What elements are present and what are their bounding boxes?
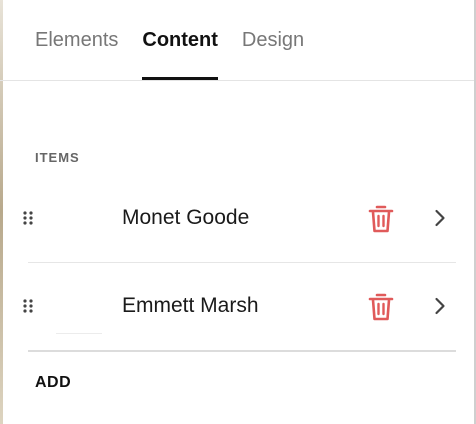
- drag-handle-icon[interactable]: [22, 210, 34, 226]
- list-item[interactable]: Monet Goode: [0, 175, 476, 262]
- add-item-button[interactable]: ADD: [35, 374, 71, 392]
- tab-content[interactable]: Content: [142, 26, 218, 82]
- item-name: Monet Goode: [122, 206, 250, 229]
- tab-bar: Elements Content Design: [35, 26, 304, 82]
- tab-design[interactable]: Design: [242, 26, 304, 82]
- tab-elements[interactable]: Elements: [35, 26, 118, 82]
- row-divider: [28, 350, 456, 352]
- items-section-label: ITEMS: [35, 150, 80, 165]
- trash-icon[interactable]: [368, 292, 394, 322]
- tabs-divider: [0, 80, 474, 81]
- chevron-right-icon[interactable]: [434, 296, 446, 316]
- list-item[interactable]: Emmett Marsh: [0, 263, 476, 350]
- drag-handle-icon[interactable]: [22, 298, 34, 314]
- trash-icon[interactable]: [368, 204, 394, 234]
- chevron-right-icon[interactable]: [434, 208, 446, 228]
- item-name: Emmett Marsh: [122, 294, 259, 317]
- thumbnail-placeholder: [56, 333, 102, 334]
- content-panel: Elements Content Design ITEMS Monet Good…: [0, 0, 476, 424]
